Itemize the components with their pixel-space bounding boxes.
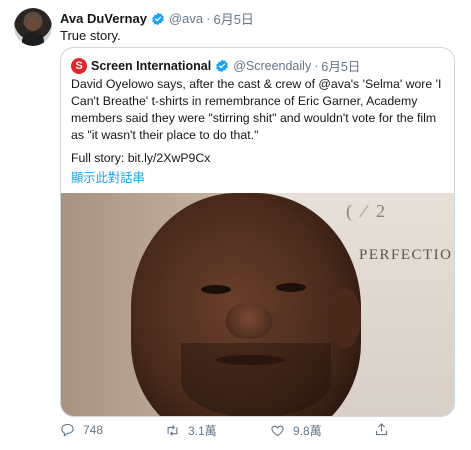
share-icon [375, 423, 388, 436]
share-button[interactable] [374, 422, 397, 437]
reply-icon [61, 423, 74, 437]
backdrop-text: PERFECTIO [359, 247, 453, 263]
tweet-date[interactable]: 6月5日 [213, 9, 253, 28]
tweet-header: Ava DuVernay @ava · 6月5日 [60, 9, 254, 28]
retweet-count: 3.1萬 [188, 424, 217, 438]
separator-dot: · [206, 11, 211, 26]
verified-badge-icon [216, 59, 229, 72]
portrait-nose [226, 303, 272, 339]
screen-international-logo-icon: S [71, 57, 87, 74]
quoted-photo[interactable]: ( ∕ 2 PERFECTIO [61, 193, 454, 416]
quoted-header: S Screen International @Screendaily · 6月… [71, 56, 360, 75]
portrait-eye-left [201, 285, 231, 294]
show-thread-link[interactable]: 顯示此對話串 [71, 168, 145, 186]
reply-button[interactable]: 748 [60, 422, 103, 437]
portrait-ear [329, 288, 361, 348]
like-count: 9.8萬 [293, 424, 322, 438]
tweet[interactable]: Ava DuVernay @ava · 6月5日 True story. S S… [0, 0, 471, 450]
retweet-button[interactable]: 3.1萬 [165, 422, 217, 439]
retweet-icon [167, 425, 178, 436]
avatar[interactable] [14, 8, 52, 46]
quoted-author-name: Screen International [91, 58, 212, 73]
backdrop-logo: ( ∕ 2 [346, 201, 388, 221]
quoted-tweet[interactable]: S Screen International @Screendaily · 6月… [60, 47, 455, 417]
portrait-eye-right [276, 283, 306, 292]
tweet-text: True story. [60, 28, 121, 43]
author-handle[interactable]: @ava [169, 11, 203, 26]
quoted-text: David Oyelowo says, after the cast & cre… [71, 77, 442, 142]
avatar-face [27, 17, 39, 31]
portrait-mouth [216, 355, 286, 365]
portrait-beard [181, 343, 331, 416]
quoted-author-handle: @Screendaily [233, 58, 312, 73]
separator-dot: · [314, 58, 319, 73]
reply-count: 748 [83, 422, 104, 437]
avatar-body [22, 32, 44, 46]
quoted-date: 6月5日 [321, 60, 361, 74]
heart-icon [271, 425, 284, 437]
verified-badge-icon [152, 12, 164, 25]
tweet-actions: 748 3.1萬 9.8萬 [60, 422, 453, 442]
author-name[interactable]: Ava DuVernay [60, 11, 147, 26]
quoted-link-line: Full story: bit.ly/2XwP9Cx [71, 151, 211, 165]
like-button[interactable]: 9.8萬 [270, 422, 322, 439]
